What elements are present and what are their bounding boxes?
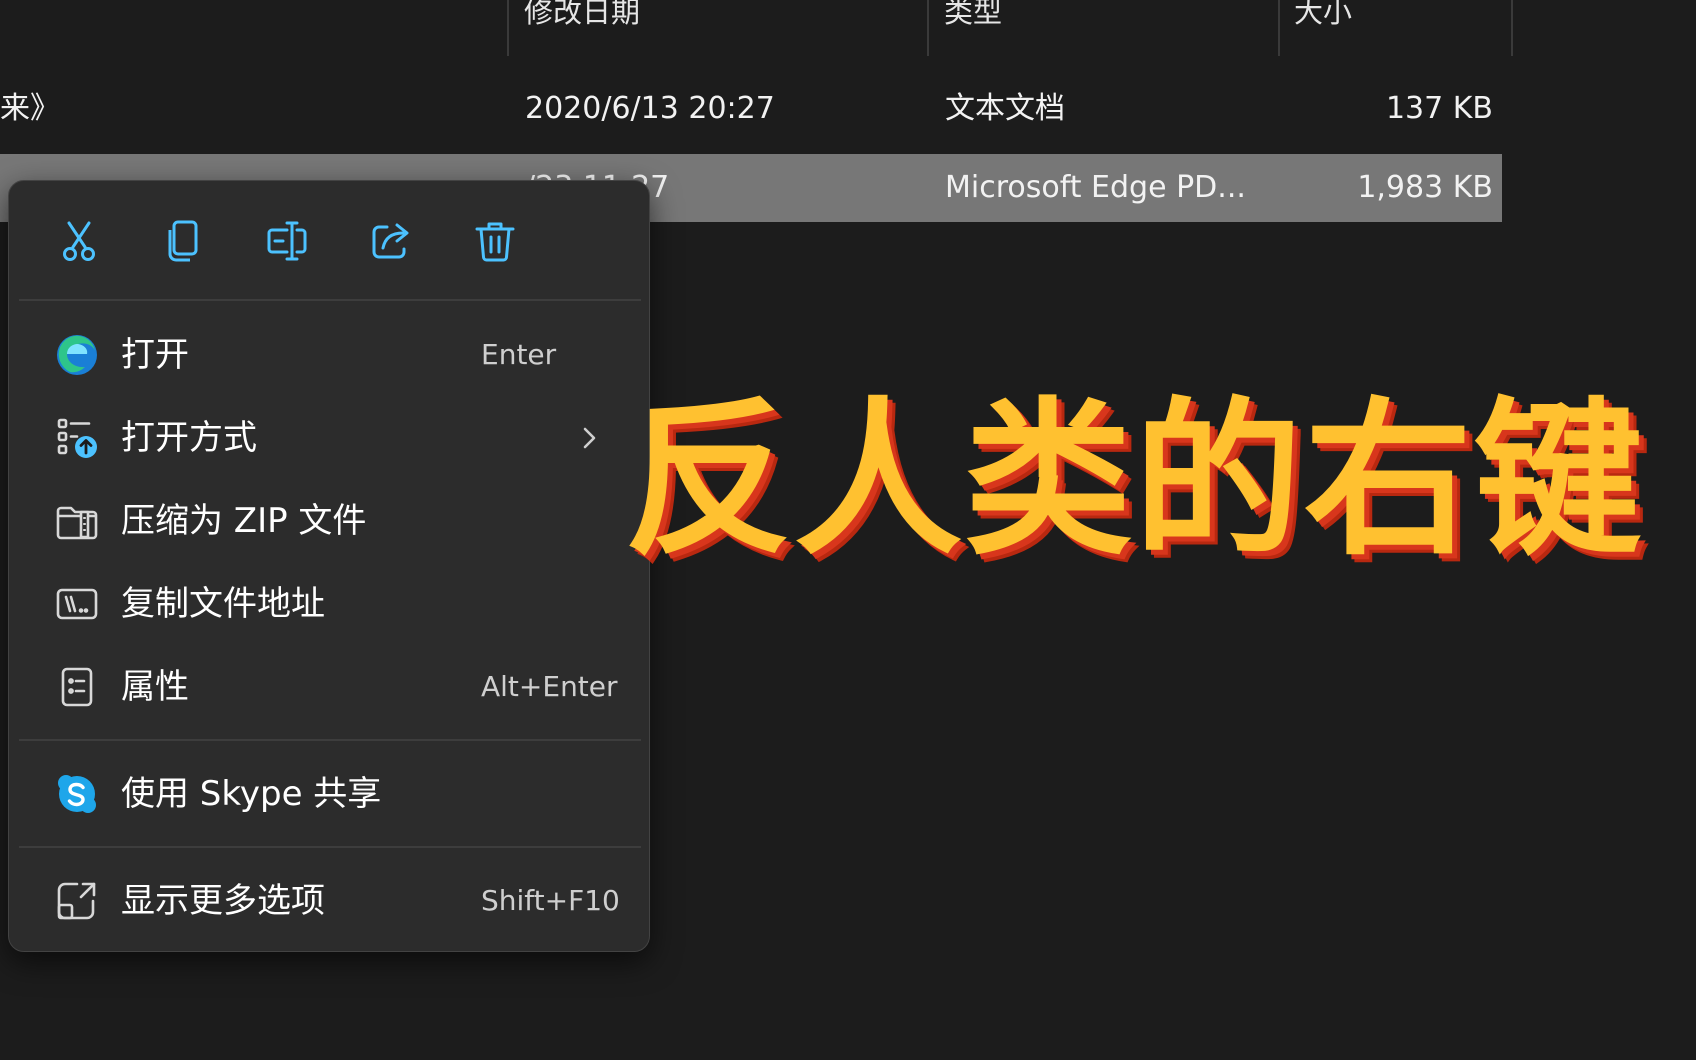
copy-button[interactable]: [151, 209, 215, 273]
menu-item-show-more-options[interactable]: 显示更多选项 Shift+F10: [21, 862, 637, 940]
open-with-icon: [57, 418, 97, 458]
skype-icon: [58, 775, 96, 813]
cut-button[interactable]: [47, 209, 111, 273]
column-separator[interactable]: [507, 0, 509, 56]
menu-item-label: 复制文件地址: [121, 584, 325, 624]
menu-item-label: 显示更多选项: [121, 881, 325, 921]
overlay-caption: 反人类的右键: [624, 382, 1644, 578]
menu-item-label: 打开方式: [121, 418, 257, 458]
cut-icon: [63, 221, 95, 261]
column-separator[interactable]: [1278, 0, 1280, 56]
delete-button[interactable]: [463, 209, 527, 273]
menu-item-open-with[interactable]: 打开方式: [21, 399, 637, 477]
zip-folder-icon: [56, 506, 98, 540]
explorer-window: 修改日期 类型 大小 来》 2020/6/13 20:27 文本文档 137 K…: [0, 0, 1696, 1060]
column-header-type[interactable]: 类型: [944, 0, 1002, 27]
share-button[interactable]: [359, 209, 423, 273]
chevron-right-icon: [583, 427, 596, 449]
menu-item-open[interactable]: 打开 Enter: [21, 316, 637, 394]
file-size: 137 KB: [1385, 91, 1493, 126]
delete-icon: [475, 222, 515, 262]
menu-item-label: 属性: [121, 667, 189, 707]
column-separator[interactable]: [1511, 0, 1513, 56]
column-separator[interactable]: [927, 0, 929, 56]
context-menu: 打开 Enter 打开方式 压缩为 ZIP 文件 复制文件地址 属性 Alt+E…: [8, 180, 650, 952]
menu-item-shortcut: Alt+Enter: [481, 670, 618, 703]
rename-button[interactable]: [255, 209, 319, 273]
column-header-size[interactable]: 大小: [1294, 0, 1352, 27]
edge-icon: [57, 335, 97, 375]
share-icon: [372, 223, 409, 259]
file-type: 文本文档: [945, 91, 1065, 126]
menu-item-label: 打开: [121, 335, 189, 375]
copy-path-icon: [56, 588, 98, 620]
menu-item-label: 压缩为 ZIP 文件: [121, 501, 367, 541]
file-date: 2020/6/13 20:27: [525, 91, 775, 126]
menu-item-shortcut: Enter: [481, 338, 557, 371]
menu-item-label: 使用 Skype 共享: [121, 774, 382, 814]
menu-item-properties[interactable]: 属性 Alt+Enter: [21, 648, 637, 726]
column-header-date[interactable]: 修改日期: [524, 0, 640, 27]
more-options-icon: [57, 882, 96, 920]
menu-item-shortcut: Shift+F10: [481, 884, 620, 917]
file-row[interactable]: 来》 2020/6/13 20:27 文本文档 137 KB: [0, 75, 1502, 143]
rename-icon: [267, 221, 307, 261]
file-type: Microsoft Edge PD...: [945, 170, 1246, 205]
properties-icon: [61, 667, 93, 707]
menu-item-copy-path[interactable]: 复制文件地址: [21, 565, 637, 643]
menu-item-share-skype[interactable]: 使用 Skype 共享: [21, 755, 637, 833]
quick-action-bar: [9, 181, 649, 299]
menu-divider: [19, 846, 641, 848]
menu-divider: [19, 299, 641, 301]
file-size: 1,983 KB: [1357, 170, 1493, 205]
file-name: 来》: [0, 91, 60, 126]
menu-divider: [19, 739, 641, 741]
copy-icon: [168, 220, 198, 262]
menu-item-compress-zip[interactable]: 压缩为 ZIP 文件: [21, 482, 637, 560]
